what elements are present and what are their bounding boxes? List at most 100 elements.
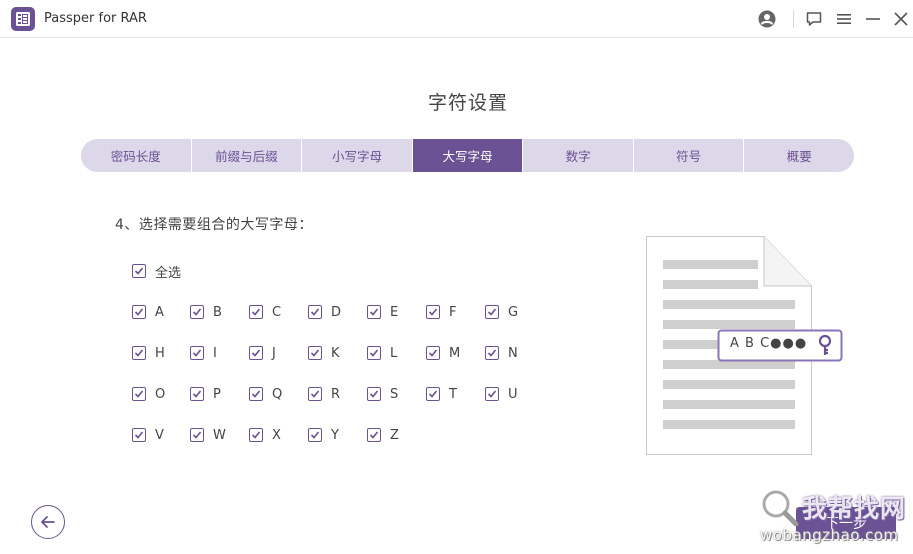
letter-checkbox-s[interactable]: S [367,386,398,402]
letter-checkbox-w[interactable]: W [190,427,226,443]
letter-checkbox-o[interactable]: O [132,386,165,402]
letter-label: K [331,345,340,361]
checkbox-box[interactable] [249,346,263,360]
letter-label: H [155,345,165,361]
instruction-text: 4、选择需要组合的大写字母： [115,217,313,233]
letter-checkbox-c[interactable]: C [249,304,281,320]
letter-label: Q [272,386,283,402]
letter-label: N [508,345,518,361]
letter-label: S [390,386,399,402]
checkbox-box[interactable] [367,346,381,360]
letter-label: W [213,427,226,443]
select-all-label: 全选 [155,265,182,281]
letter-label: X [272,427,281,443]
letter-checkbox-q[interactable]: Q [249,386,282,402]
letter-checkbox-b[interactable]: B [190,304,222,320]
letter-checkbox-t[interactable]: T [426,386,457,402]
letter-label: L [390,345,398,361]
letter-checkbox-x[interactable]: X [249,427,281,443]
tab-summary[interactable]: 概要 [744,139,854,172]
feedback-icon[interactable] [804,9,824,29]
checkbox-box[interactable] [308,305,322,319]
checkbox-box[interactable] [190,428,204,442]
checkbox-box[interactable] [132,264,146,278]
checkbox-box[interactable] [249,387,263,401]
letter-checkbox-g[interactable]: G [485,304,518,320]
letter-checkbox-r[interactable]: R [308,386,340,402]
checkbox-box[interactable] [426,346,440,360]
letter-checkbox-n[interactable]: N [485,345,518,361]
letter-label: V [155,427,164,443]
checkbox-box[interactable] [249,305,263,319]
checkbox-box[interactable] [426,387,440,401]
letter-label: Y [331,427,339,443]
tab-lowercase[interactable]: 小写字母 [302,139,413,172]
letter-label: F [449,304,457,320]
minimize-icon[interactable] [863,9,883,29]
tab-digits[interactable]: 数字 [523,139,634,172]
tab-symbols[interactable]: 符号 [634,139,745,172]
letter-checkbox-j[interactable]: J [249,345,276,361]
letter-label: M [449,345,461,361]
letter-label: T [449,386,457,402]
letter-checkbox-k[interactable]: K [308,345,340,361]
letter-checkbox-v[interactable]: V [132,427,164,443]
checkbox-box[interactable] [367,428,381,442]
letter-label: J [272,345,276,361]
letter-label: D [331,304,342,320]
checkbox-box[interactable] [132,346,146,360]
account-icon[interactable] [757,9,777,29]
letter-checkbox-h[interactable]: H [132,345,165,361]
checkbox-box[interactable] [132,305,146,319]
letter-label: C [272,304,282,320]
checkbox-box[interactable] [485,305,499,319]
letter-label: B [213,304,222,320]
letter-checkbox-d[interactable]: D [308,304,341,320]
menu-icon[interactable] [834,9,854,29]
letter-checkbox-e[interactable]: E [367,304,398,320]
tab-uppercase[interactable]: 大写字母 [412,139,524,172]
app-title: Passper for RAR [44,11,147,26]
letter-label: P [213,386,221,402]
password-document-illustration: A B C●●● [646,236,846,458]
checkbox-box[interactable] [308,387,322,401]
checkbox-box[interactable] [308,346,322,360]
checkbox-box[interactable] [190,346,204,360]
letter-checkbox-f[interactable]: F [426,304,456,320]
checkbox-box[interactable] [190,387,204,401]
next-button[interactable]: 下一步 [796,507,896,539]
checkbox-box[interactable] [132,428,146,442]
letter-checkbox-z[interactable]: Z [367,427,399,443]
back-arrow-icon [41,516,55,528]
checkbox-box[interactable] [308,428,322,442]
checkbox-box[interactable] [485,346,499,360]
letter-checkbox-p[interactable]: P [190,386,221,402]
checkbox-box[interactable] [190,305,204,319]
checkbox-box[interactable] [249,428,263,442]
letter-label: A [155,304,164,320]
title-bar: Passper for RAR [0,0,913,38]
step-tabs: 密码长度 前缀与后缀 小写字母 大写字母 数字 符号 概要 [81,139,854,172]
letter-label: O [155,386,166,402]
checkbox-box[interactable] [485,387,499,401]
letter-checkbox-m[interactable]: M [426,345,460,361]
checkbox-box[interactable] [367,387,381,401]
close-icon[interactable] [891,9,911,29]
letter-checkbox-u[interactable]: U [485,386,518,402]
letter-label: G [508,304,519,320]
checkbox-box[interactable] [132,387,146,401]
checkbox-box[interactable] [426,305,440,319]
tab-prefix-suffix[interactable]: 前缀与后缀 [192,139,303,172]
letter-label: I [213,345,217,361]
letter-label: E [390,304,399,320]
letter-checkbox-l[interactable]: L [367,345,397,361]
letter-checkbox-y[interactable]: Y [308,427,339,443]
letter-checkbox-i[interactable]: I [190,345,217,361]
tab-password-length[interactable]: 密码长度 [81,139,192,172]
titlebar-separator [793,10,794,28]
back-button[interactable] [31,505,65,539]
select-all-checkbox[interactable]: 全选 [132,263,182,281]
letter-checkbox-a[interactable]: A [132,304,164,320]
checkbox-box[interactable] [367,305,381,319]
letter-label: U [508,386,518,402]
